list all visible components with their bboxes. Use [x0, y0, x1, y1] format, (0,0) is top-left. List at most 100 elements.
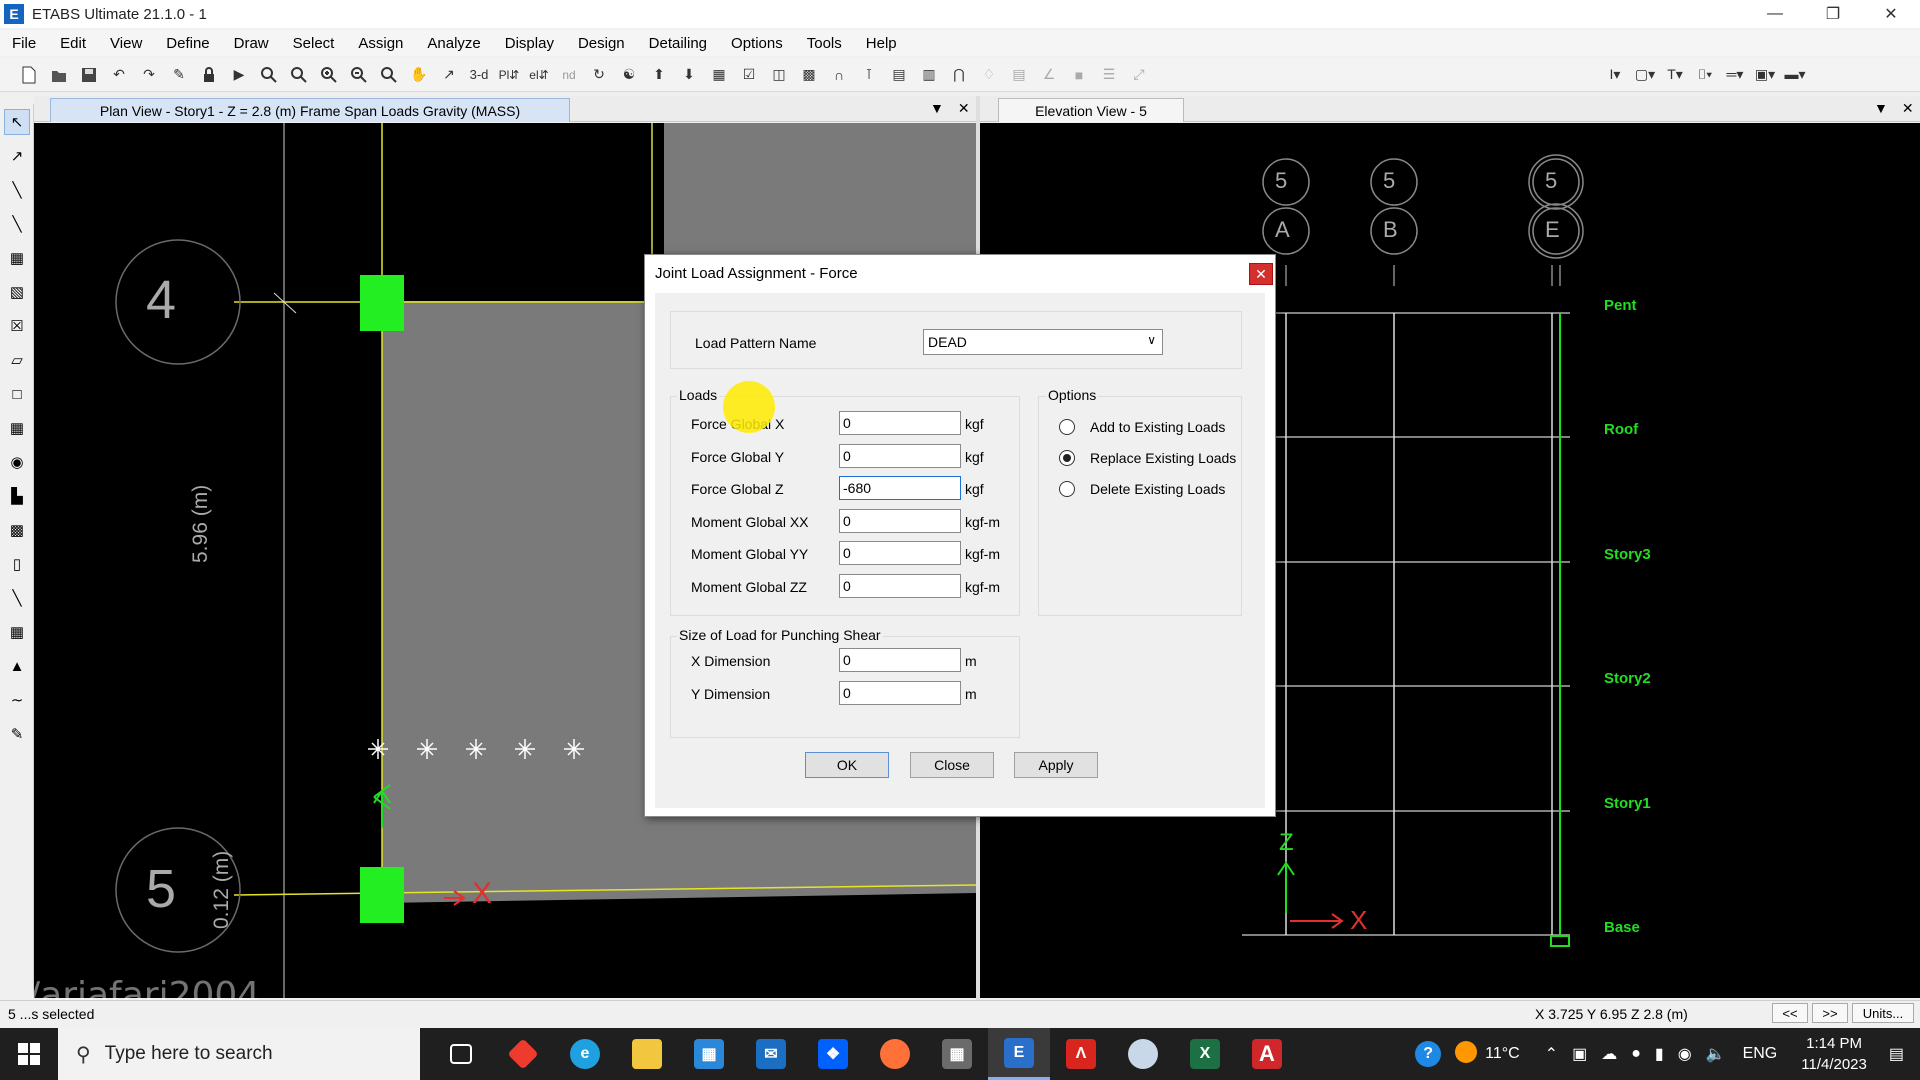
- add-existing-radio[interactable]: Add to Existing Loads: [1059, 419, 1225, 435]
- undo-icon[interactable]: ↶: [107, 63, 131, 87]
- volume-icon[interactable]: 🔈: [1706, 1044, 1726, 1064]
- minimize-icon[interactable]: —: [1746, 0, 1804, 28]
- cloud-icon[interactable]: ☁: [1601, 1044, 1617, 1064]
- battery-icon[interactable]: ▮: [1655, 1044, 1664, 1064]
- network-icon[interactable]: ◉: [1678, 1044, 1692, 1064]
- open-icon[interactable]: [47, 63, 71, 87]
- load-pattern-select[interactable]: DEAD ∨: [923, 329, 1163, 355]
- language-indicator[interactable]: ENG: [1743, 1045, 1778, 1063]
- draw-line-icon[interactable]: ╲: [4, 177, 30, 203]
- move-down-icon[interactable]: ⬇: [677, 63, 701, 87]
- force-x-input[interactable]: [839, 411, 961, 435]
- menu-draw[interactable]: Draw: [222, 35, 281, 52]
- weather-icon[interactable]: [1455, 1040, 1478, 1068]
- etabs-taskbar-icon[interactable]: E: [988, 1028, 1050, 1080]
- units-button[interactable]: Units...: [1852, 1003, 1914, 1023]
- menu-detailing[interactable]: Detailing: [637, 35, 719, 52]
- joint-support[interactable]: [360, 275, 404, 331]
- next-button[interactable]: >>: [1812, 1003, 1848, 1023]
- menu-display[interactable]: Display: [493, 35, 566, 52]
- menu-design[interactable]: Design: [566, 35, 637, 52]
- quick-draw-floor-icon[interactable]: ▦: [4, 415, 30, 441]
- elevation-view-icon[interactable]: el⇵: [527, 63, 551, 87]
- menu-tools[interactable]: Tools: [795, 35, 854, 52]
- deck-icon[interactable]: ☰: [1097, 63, 1121, 87]
- chevron-up-icon[interactable]: ⌃: [1545, 1044, 1558, 1064]
- ramp-icon[interactable]: ∠: [1037, 63, 1061, 87]
- zoom-all-icon[interactable]: [377, 63, 401, 87]
- moment-xx-input[interactable]: [839, 509, 961, 533]
- frame-icon[interactable]: ∩: [827, 63, 851, 87]
- snap-icon[interactable]: ↗: [437, 63, 461, 87]
- dropbox-icon[interactable]: ❖: [802, 1028, 864, 1080]
- elevation-tab-close-icon[interactable]: ✕: [1902, 100, 1914, 117]
- view-3d-icon[interactable]: 3-d: [467, 63, 491, 87]
- draw-beam-icon[interactable]: ╲: [4, 211, 30, 237]
- joint-support[interactable]: [360, 867, 404, 923]
- object-display-icon[interactable]: ▩: [797, 63, 821, 87]
- quick-draw-wall-icon[interactable]: ▩: [4, 517, 30, 543]
- redo-icon[interactable]: ↷: [137, 63, 161, 87]
- delete-existing-radio[interactable]: Delete Existing Loads: [1059, 481, 1225, 497]
- column-icon[interactable]: ▥: [917, 63, 941, 87]
- draw-brace-icon[interactable]: ▧: [4, 279, 30, 305]
- section-box-icon[interactable]: ▢▾: [1633, 62, 1657, 86]
- task-view-icon[interactable]: [430, 1028, 492, 1080]
- draw-tendon-icon[interactable]: ▲: [4, 653, 30, 679]
- tab-plan-view[interactable]: Plan View - Story1 - Z = 2.8 (m) Frame S…: [50, 98, 570, 122]
- pan-icon[interactable]: ✋: [407, 63, 431, 87]
- draw-wave-icon[interactable]: ∼: [4, 687, 30, 713]
- plan-tab-close-icon[interactable]: ✕: [958, 100, 970, 117]
- plan-tab-menu-icon[interactable]: ▼: [930, 100, 944, 117]
- draw-dimension-icon[interactable]: ✎: [4, 721, 30, 747]
- notification-icon[interactable]: ▤: [1889, 1044, 1904, 1064]
- anydesk-icon[interactable]: [492, 1028, 554, 1080]
- moment-yy-input[interactable]: [839, 541, 961, 565]
- excel-icon[interactable]: X: [1174, 1028, 1236, 1080]
- draw-grid-icon[interactable]: ▦: [4, 619, 30, 645]
- rotate-icon[interactable]: ↻: [587, 63, 611, 87]
- section-i-icon[interactable]: I▾: [1603, 62, 1627, 86]
- section-ibeam-icon[interactable]: ⌷▾: [1693, 62, 1717, 86]
- dialog-close-icon[interactable]: ✕: [1249, 263, 1273, 285]
- microphone-icon[interactable]: ●: [1631, 1045, 1641, 1063]
- slab-icon[interactable]: ■: [1067, 63, 1091, 87]
- draw-wall-stack-icon[interactable]: ▯: [4, 551, 30, 577]
- link-icon[interactable]: ♢: [977, 63, 1001, 87]
- close-button[interactable]: Close: [910, 752, 994, 778]
- new-model-icon[interactable]: [17, 63, 41, 87]
- close-icon[interactable]: ✕: [1862, 0, 1920, 28]
- section-channel-icon[interactable]: ▣▾: [1753, 62, 1777, 86]
- zoom-restore-icon[interactable]: [287, 63, 311, 87]
- named-view-icon[interactable]: nd: [557, 63, 581, 87]
- tab-elevation-view[interactable]: Elevation View - 5: [998, 98, 1184, 122]
- draw-rect-floor-icon[interactable]: □: [4, 381, 30, 407]
- apply-button[interactable]: Apply: [1014, 752, 1098, 778]
- file-explorer-icon[interactable]: [616, 1028, 678, 1080]
- section-bar-icon[interactable]: ▬▾: [1783, 62, 1807, 86]
- move-up-icon[interactable]: ⬆: [647, 63, 671, 87]
- elevation-tab-menu-icon[interactable]: ▼: [1874, 100, 1888, 117]
- taskbar-search-box[interactable]: ⚲ Type here to search: [58, 1028, 420, 1080]
- draw-wall-icon[interactable]: ▙: [4, 483, 30, 509]
- joint-icon[interactable]: ⊺: [857, 63, 881, 87]
- pencil-icon[interactable]: ✎: [167, 63, 191, 87]
- set-display-options-icon[interactable]: ☑: [737, 63, 761, 87]
- menu-options[interactable]: Options: [719, 35, 795, 52]
- replace-existing-radio[interactable]: Replace Existing Loads: [1059, 450, 1236, 466]
- reshape-icon[interactable]: ↗: [4, 143, 30, 169]
- lock-icon[interactable]: [197, 63, 221, 87]
- paint-icon[interactable]: [1112, 1028, 1174, 1080]
- draw-column-icon[interactable]: ▦: [4, 245, 30, 271]
- menu-edit[interactable]: Edit: [48, 35, 98, 52]
- plan-view-icon[interactable]: Pl⇵: [497, 63, 521, 87]
- calculator-icon[interactable]: ▦: [926, 1028, 988, 1080]
- temperature[interactable]: 11°C: [1485, 1045, 1520, 1063]
- menu-assign[interactable]: Assign: [346, 35, 415, 52]
- menu-help[interactable]: Help: [854, 35, 909, 52]
- perspective-icon[interactable]: ☯: [617, 63, 641, 87]
- moment-zz-input[interactable]: [839, 574, 961, 598]
- menu-select[interactable]: Select: [281, 35, 347, 52]
- draw-link-icon[interactable]: ╲: [4, 585, 30, 611]
- draw-floor-icon[interactable]: ▱: [4, 347, 30, 373]
